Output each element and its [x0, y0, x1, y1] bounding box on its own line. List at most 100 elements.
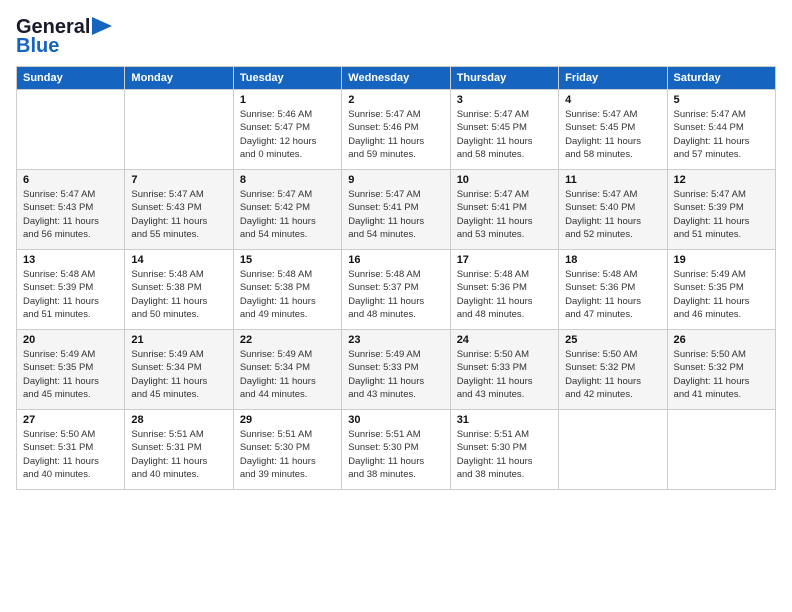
- cell-content: Sunrise: 5:51 AMSunset: 5:30 PMDaylight:…: [240, 428, 335, 481]
- cell-content: Sunrise: 5:47 AMSunset: 5:46 PMDaylight:…: [348, 108, 443, 161]
- day-number: 11: [565, 174, 660, 186]
- day-number: 17: [457, 254, 552, 266]
- calendar-cell: 19Sunrise: 5:49 AMSunset: 5:35 PMDayligh…: [667, 250, 775, 330]
- header-thursday: Thursday: [450, 67, 558, 90]
- day-number: 30: [348, 414, 443, 426]
- calendar-cell: 6Sunrise: 5:47 AMSunset: 5:43 PMDaylight…: [17, 170, 125, 250]
- calendar-cell: 30 Sunrise: 5:51 AMSunset: 5:30 PMDayligh…: [342, 410, 450, 490]
- cell-content: Sunrise: 5:50 AMSunset: 5:32 PMDaylight:…: [565, 348, 660, 401]
- cell-content: Sunrise: 5:50 AMSunset: 5:32 PMDaylight:…: [674, 348, 769, 401]
- calendar-cell: [17, 90, 125, 170]
- day-number: 19: [674, 254, 769, 266]
- day-number: 29: [240, 414, 335, 426]
- calendar-cell: 11Sunrise: 5:47 AMSunset: 5:40 PMDayligh…: [559, 170, 667, 250]
- cell-content: Sunrise: 5:51 AMSunset: 5:31 PMDaylight:…: [131, 428, 226, 481]
- cell-content: Sunrise: 5:50 AMSunset: 5:33 PMDaylight:…: [457, 348, 552, 401]
- week-row-0: 1 Sunrise: 5:46 AMSunset: 5:47 PMDaylight…: [17, 90, 776, 170]
- day-number: 22: [240, 334, 335, 346]
- day-number: 23: [348, 334, 443, 346]
- logo-blue: Blue: [16, 35, 59, 58]
- calendar-cell: 8Sunrise: 5:47 AMSunset: 5:42 PMDaylight…: [233, 170, 341, 250]
- header-tuesday: Tuesday: [233, 67, 341, 90]
- calendar-cell: 29 Sunrise: 5:51 AMSunset: 5:30 PMDayligh…: [233, 410, 341, 490]
- day-number: 1: [240, 94, 335, 106]
- calendar-cell: 26 Sunrise: 5:50 AMSunset: 5:32 PMDayligh…: [667, 330, 775, 410]
- day-number: 28: [131, 414, 226, 426]
- header-row: SundayMondayTuesdayWednesdayThursdayFrid…: [17, 67, 776, 90]
- calendar-cell: 20Sunrise: 5:49 AMSunset: 5:35 PMDayligh…: [17, 330, 125, 410]
- cell-content: Sunrise: 5:47 AMSunset: 5:41 PMDaylight:…: [348, 188, 443, 241]
- calendar-cell: 18 Sunrise: 5:48 AMSunset: 5:36 PMDayligh…: [559, 250, 667, 330]
- cell-content: Sunrise: 5:49 AMSunset: 5:34 PMDaylight:…: [240, 348, 335, 401]
- logo-arrow-icon: [92, 17, 112, 35]
- cell-content: Sunrise: 5:49 AMSunset: 5:34 PMDaylight:…: [131, 348, 226, 401]
- day-number: 24: [457, 334, 552, 346]
- calendar-cell: 15 Sunrise: 5:48 AMSunset: 5:38 PMDayligh…: [233, 250, 341, 330]
- calendar-cell: 14 Sunrise: 5:48 AMSunset: 5:38 PMDayligh…: [125, 250, 233, 330]
- calendar-cell: 17 Sunrise: 5:48 AMSunset: 5:36 PMDayligh…: [450, 250, 558, 330]
- cell-content: Sunrise: 5:48 AMSunset: 5:39 PMDaylight:…: [23, 268, 118, 321]
- calendar-table: SundayMondayTuesdayWednesdayThursdayFrid…: [16, 66, 776, 490]
- header-wednesday: Wednesday: [342, 67, 450, 90]
- cell-content: Sunrise: 5:51 AMSunset: 5:30 PMDaylight:…: [348, 428, 443, 481]
- calendar-cell: 9 Sunrise: 5:47 AMSunset: 5:41 PMDaylight…: [342, 170, 450, 250]
- week-row-3: 20Sunrise: 5:49 AMSunset: 5:35 PMDayligh…: [17, 330, 776, 410]
- day-number: 2: [348, 94, 443, 106]
- calendar-cell: 28 Sunrise: 5:51 AMSunset: 5:31 PMDayligh…: [125, 410, 233, 490]
- day-number: 10: [457, 174, 552, 186]
- day-number: 13: [23, 254, 118, 266]
- day-number: 18: [565, 254, 660, 266]
- day-number: 31: [457, 414, 552, 426]
- calendar-cell: 13 Sunrise: 5:48 AMSunset: 5:39 PMDayligh…: [17, 250, 125, 330]
- calendar-cell: 16 Sunrise: 5:48 AMSunset: 5:37 PMDayligh…: [342, 250, 450, 330]
- header-friday: Friday: [559, 67, 667, 90]
- calendar-cell: 10 Sunrise: 5:47 AMSunset: 5:41 PMDayligh…: [450, 170, 558, 250]
- calendar-cell: 22 Sunrise: 5:49 AMSunset: 5:34 PMDayligh…: [233, 330, 341, 410]
- day-number: 27: [23, 414, 118, 426]
- cell-content: Sunrise: 5:48 AMSunset: 5:38 PMDaylight:…: [131, 268, 226, 321]
- day-number: 7: [131, 174, 226, 186]
- calendar-cell: 25 Sunrise: 5:50 AMSunset: 5:32 PMDayligh…: [559, 330, 667, 410]
- cell-content: Sunrise: 5:47 AMSunset: 5:45 PMDaylight:…: [565, 108, 660, 161]
- cell-content: Sunrise: 5:46 AMSunset: 5:47 PMDaylight:…: [240, 108, 335, 161]
- header-monday: Monday: [125, 67, 233, 90]
- cell-content: Sunrise: 5:47 AMSunset: 5:42 PMDaylight:…: [240, 188, 335, 241]
- calendar-cell: 24 Sunrise: 5:50 AMSunset: 5:33 PMDayligh…: [450, 330, 558, 410]
- day-number: 21: [131, 334, 226, 346]
- calendar-cell: 1 Sunrise: 5:46 AMSunset: 5:47 PMDaylight…: [233, 90, 341, 170]
- cell-content: Sunrise: 5:48 AMSunset: 5:37 PMDaylight:…: [348, 268, 443, 321]
- calendar-cell: [559, 410, 667, 490]
- day-number: 25: [565, 334, 660, 346]
- calendar-cell: 5Sunrise: 5:47 AMSunset: 5:44 PMDaylight…: [667, 90, 775, 170]
- week-row-4: 27 Sunrise: 5:50 AMSunset: 5:31 PMDayligh…: [17, 410, 776, 490]
- header-saturday: Saturday: [667, 67, 775, 90]
- cell-content: Sunrise: 5:48 AMSunset: 5:36 PMDaylight:…: [565, 268, 660, 321]
- cell-content: Sunrise: 5:50 AMSunset: 5:31 PMDaylight:…: [23, 428, 118, 481]
- calendar-cell: 7Sunrise: 5:47 AMSunset: 5:43 PMDaylight…: [125, 170, 233, 250]
- calendar-cell: 2 Sunrise: 5:47 AMSunset: 5:46 PMDaylight…: [342, 90, 450, 170]
- week-row-2: 13 Sunrise: 5:48 AMSunset: 5:39 PMDayligh…: [17, 250, 776, 330]
- day-number: 6: [23, 174, 118, 186]
- calendar-cell: 12Sunrise: 5:47 AMSunset: 5:39 PMDayligh…: [667, 170, 775, 250]
- day-number: 14: [131, 254, 226, 266]
- cell-content: Sunrise: 5:47 AMSunset: 5:41 PMDaylight:…: [457, 188, 552, 241]
- day-number: 15: [240, 254, 335, 266]
- cell-content: Sunrise: 5:47 AMSunset: 5:45 PMDaylight:…: [457, 108, 552, 161]
- day-number: 9: [348, 174, 443, 186]
- page-header: General Blue: [16, 16, 776, 58]
- day-number: 12: [674, 174, 769, 186]
- header-sunday: Sunday: [17, 67, 125, 90]
- logo: General Blue: [16, 16, 112, 58]
- week-row-1: 6Sunrise: 5:47 AMSunset: 5:43 PMDaylight…: [17, 170, 776, 250]
- day-number: 4: [565, 94, 660, 106]
- calendar-cell: 3Sunrise: 5:47 AMSunset: 5:45 PMDaylight…: [450, 90, 558, 170]
- calendar-cell: 23 Sunrise: 5:49 AMSunset: 5:33 PMDayligh…: [342, 330, 450, 410]
- cell-content: Sunrise: 5:48 AMSunset: 5:38 PMDaylight:…: [240, 268, 335, 321]
- day-number: 26: [674, 334, 769, 346]
- cell-content: Sunrise: 5:47 AMSunset: 5:44 PMDaylight:…: [674, 108, 769, 161]
- cell-content: Sunrise: 5:49 AMSunset: 5:33 PMDaylight:…: [348, 348, 443, 401]
- day-number: 16: [348, 254, 443, 266]
- cell-content: Sunrise: 5:48 AMSunset: 5:36 PMDaylight:…: [457, 268, 552, 321]
- calendar-cell: 4 Sunrise: 5:47 AMSunset: 5:45 PMDaylight…: [559, 90, 667, 170]
- calendar-cell: 27 Sunrise: 5:50 AMSunset: 5:31 PMDayligh…: [17, 410, 125, 490]
